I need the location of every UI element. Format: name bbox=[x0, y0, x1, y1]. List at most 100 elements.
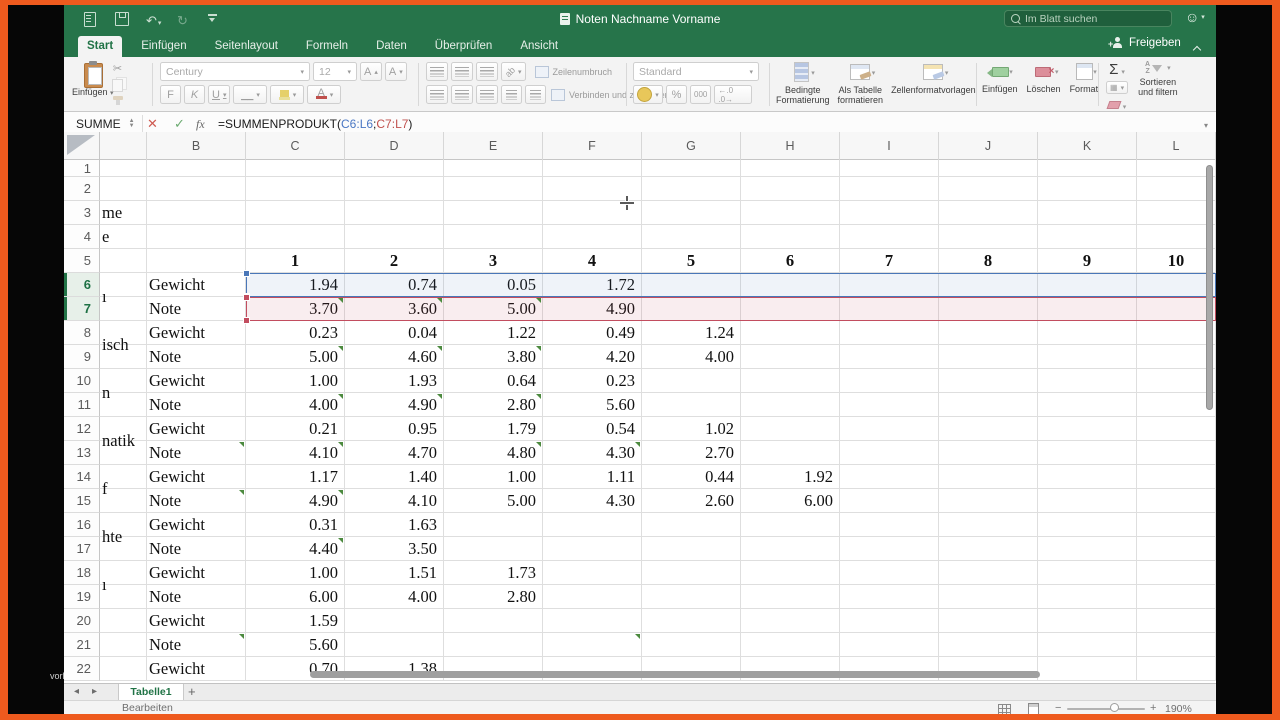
cell[interactable] bbox=[939, 345, 1038, 369]
cell[interactable] bbox=[642, 585, 741, 609]
cell[interactable] bbox=[100, 489, 147, 513]
cell[interactable]: 0.21 bbox=[246, 417, 345, 441]
zoom-slider-knob[interactable] bbox=[1110, 703, 1119, 712]
cell[interactable] bbox=[444, 537, 543, 561]
cell[interactable]: 5.60 bbox=[543, 393, 642, 417]
font-size-select[interactable]: 12 ▾ bbox=[313, 62, 357, 81]
cell[interactable] bbox=[939, 273, 1038, 297]
cell[interactable] bbox=[1137, 321, 1216, 345]
column-header-J[interactable]: J bbox=[939, 132, 1038, 160]
row-header-9[interactable]: 9 bbox=[64, 345, 100, 369]
column-header-E[interactable]: E bbox=[444, 132, 543, 160]
cell[interactable]: 4.70 bbox=[345, 441, 444, 465]
tab-überprüfen[interactable]: Überprüfen bbox=[426, 36, 502, 57]
format-painter-button[interactable] bbox=[112, 96, 123, 105]
row-header-15[interactable]: 15 bbox=[64, 489, 100, 513]
cell[interactable]: 9 bbox=[1038, 249, 1137, 273]
cell[interactable]: 4 bbox=[543, 249, 642, 273]
selection-handle[interactable] bbox=[243, 270, 250, 277]
cell[interactable] bbox=[543, 160, 642, 177]
cell[interactable] bbox=[1137, 585, 1216, 609]
cell[interactable] bbox=[741, 369, 840, 393]
cell[interactable]: 1.00 bbox=[444, 465, 543, 489]
cell[interactable] bbox=[246, 177, 345, 201]
underline-button[interactable]: U ▾ bbox=[208, 85, 231, 104]
cell[interactable] bbox=[543, 633, 642, 657]
cell[interactable] bbox=[741, 441, 840, 465]
cell[interactable]: Note bbox=[147, 585, 246, 609]
cell[interactable] bbox=[147, 160, 246, 177]
cell[interactable]: 0.74 bbox=[345, 273, 444, 297]
tab-einfügen[interactable]: Einfügen bbox=[132, 36, 195, 57]
cell[interactable] bbox=[741, 513, 840, 537]
cell[interactable] bbox=[444, 225, 543, 249]
cell[interactable]: 2.70 bbox=[642, 441, 741, 465]
cell[interactable] bbox=[543, 537, 642, 561]
cell[interactable] bbox=[642, 633, 741, 657]
cell[interactable]: 4.00 bbox=[345, 585, 444, 609]
row-header-20[interactable]: 20 bbox=[64, 609, 100, 633]
cell[interactable] bbox=[1038, 489, 1137, 513]
tab-start[interactable]: Start bbox=[78, 36, 123, 57]
cell[interactable]: 5.60 bbox=[246, 633, 345, 657]
italic-button[interactable]: K bbox=[184, 85, 205, 104]
horizontal-scrollbar[interactable] bbox=[310, 671, 1040, 678]
cell[interactable] bbox=[741, 225, 840, 249]
cell[interactable] bbox=[1038, 201, 1137, 225]
cell[interactable]: 0.05 bbox=[444, 273, 543, 297]
cell[interactable]: 6 bbox=[741, 249, 840, 273]
cell[interactable] bbox=[939, 160, 1038, 177]
cell[interactable]: 5.00 bbox=[444, 489, 543, 513]
cell[interactable]: 4.30 bbox=[543, 441, 642, 465]
cell[interactable] bbox=[741, 393, 840, 417]
align-middle-button[interactable] bbox=[451, 62, 473, 81]
name-box-stepper[interactable]: ▲ ▼ bbox=[129, 118, 135, 129]
cell[interactable]: Gewicht bbox=[147, 273, 246, 297]
cell[interactable] bbox=[939, 561, 1038, 585]
cell[interactable]: Note bbox=[147, 345, 246, 369]
cell[interactable]: 1.24 bbox=[642, 321, 741, 345]
column-header-a[interactable] bbox=[100, 132, 147, 160]
insert-cells-button[interactable]: ▾ Einfügen bbox=[982, 61, 1018, 94]
cell[interactable]: Note bbox=[147, 393, 246, 417]
align-bottom-button[interactable] bbox=[476, 62, 498, 81]
row-header-11[interactable]: 11 bbox=[64, 393, 100, 417]
cell[interactable]: 0.23 bbox=[543, 369, 642, 393]
cell[interactable] bbox=[1038, 633, 1137, 657]
next-sheet-icon[interactable]: ▸ bbox=[92, 686, 97, 697]
cell[interactable] bbox=[939, 489, 1038, 513]
cell[interactable] bbox=[1137, 561, 1216, 585]
cell[interactable]: Note bbox=[147, 441, 246, 465]
cell[interactable] bbox=[642, 537, 741, 561]
align-center-button[interactable] bbox=[451, 85, 473, 104]
format-as-table-button[interactable]: ▾ Als Tabelle formatieren bbox=[838, 61, 883, 105]
cell[interactable] bbox=[840, 417, 939, 441]
cell[interactable] bbox=[840, 321, 939, 345]
cell[interactable] bbox=[1137, 417, 1216, 441]
vertical-scrollbar[interactable] bbox=[1206, 165, 1213, 410]
increase-indent-button[interactable] bbox=[525, 85, 546, 104]
cell[interactable] bbox=[840, 513, 939, 537]
cell[interactable] bbox=[444, 513, 543, 537]
cell[interactable] bbox=[939, 393, 1038, 417]
row-header-14[interactable]: 14 bbox=[64, 465, 100, 489]
cell[interactable] bbox=[1137, 441, 1216, 465]
zoom-slider-track[interactable] bbox=[1067, 708, 1145, 710]
cell[interactable] bbox=[1137, 537, 1216, 561]
column-header-I[interactable]: I bbox=[840, 132, 939, 160]
cell[interactable] bbox=[840, 489, 939, 513]
cell[interactable] bbox=[642, 297, 741, 321]
cell[interactable] bbox=[147, 201, 246, 225]
cell[interactable] bbox=[840, 160, 939, 177]
tab-ansicht[interactable]: Ansicht bbox=[511, 36, 567, 57]
fill-button[interactable]: ▦ ▾ bbox=[1106, 81, 1129, 94]
copy-button[interactable] bbox=[112, 76, 127, 92]
row-header-2[interactable]: 2 bbox=[64, 177, 100, 201]
prev-sheet-icon[interactable]: ◂ bbox=[74, 686, 79, 697]
share-button[interactable]: + Freigeben bbox=[1108, 37, 1181, 49]
cell[interactable] bbox=[345, 201, 444, 225]
cell[interactable] bbox=[543, 513, 642, 537]
cell[interactable] bbox=[1137, 177, 1216, 201]
cell[interactable] bbox=[1038, 657, 1137, 681]
column-header-H[interactable]: H bbox=[741, 132, 840, 160]
